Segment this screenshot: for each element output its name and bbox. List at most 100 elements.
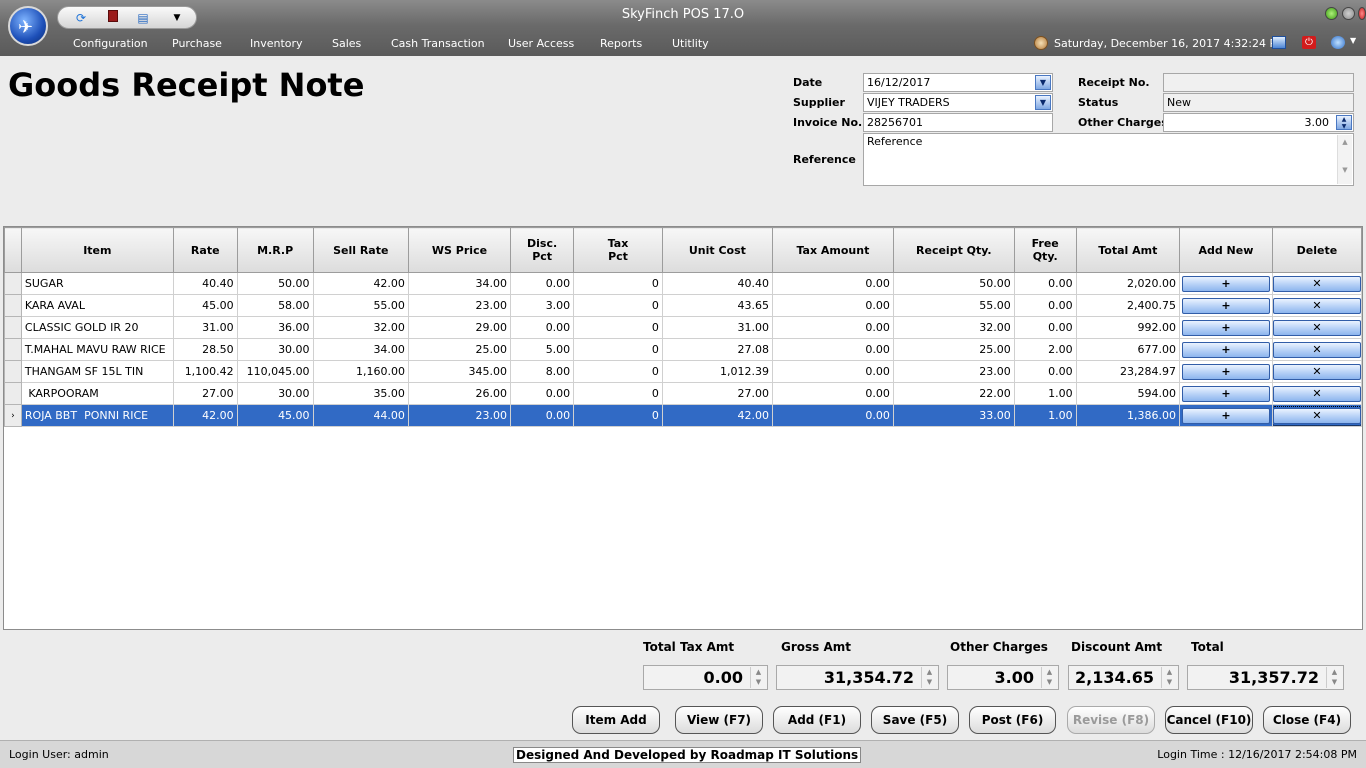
ws-price-cell[interactable]: 26.00	[407, 382, 512, 405]
free-qty-cell[interactable]: 0.00	[1013, 294, 1077, 317]
table-row[interactable]: CLASSIC GOLD IR 20 31.00 36.00 32.00 29.00 0.…	[4, 316, 1363, 339]
close-button[interactable]: Close (F4)	[1263, 706, 1351, 734]
sell-rate-cell[interactable]: 42.00	[312, 272, 409, 295]
total-amt-cell[interactable]: 992.00	[1075, 316, 1180, 339]
tax-pct-cell[interactable]: 0	[573, 272, 663, 295]
app-logo[interactable]: ✈	[8, 6, 48, 46]
total-amt-cell[interactable]: 594.00	[1075, 382, 1180, 405]
table-row[interactable]: KARA AVAL 45.00 58.00 55.00 23.00 3.00 0 43.65 0…	[4, 294, 1363, 317]
row-header[interactable]	[4, 316, 22, 339]
receipt-qty-cell[interactable]: 33.00	[892, 404, 1015, 427]
total-amt-cell[interactable]: 2,020.00	[1075, 272, 1180, 295]
receipt-qty-cell[interactable]: 32.00	[892, 316, 1015, 339]
total-amt-cell[interactable]: 677.00	[1075, 338, 1180, 361]
sell-rate-cell[interactable]: 55.00	[312, 294, 409, 317]
item-cell[interactable]: KARA AVAL	[20, 294, 174, 317]
ws-price-cell[interactable]: 25.00	[407, 338, 512, 361]
mrp-cell[interactable]: 30.00	[236, 382, 314, 405]
tax-amount-cell[interactable]: 0.00	[771, 338, 894, 361]
add-row-button[interactable]: +	[1181, 385, 1270, 402]
rate-cell[interactable]: 40.40	[172, 272, 238, 295]
free-qty-cell[interactable]: 2.00	[1013, 338, 1077, 361]
column-header[interactable]: Add New	[1178, 227, 1273, 273]
table-row[interactable]: SUGAR 40.40 50.00 42.00 34.00 0.00 0 40.40 0.00 5…	[4, 272, 1363, 295]
other-charges-input[interactable]: 3.00 ▲ ▼	[1163, 113, 1354, 132]
column-header[interactable]: M.R.P	[236, 227, 314, 273]
chevron-down-icon[interactable]: ▼	[1035, 75, 1051, 90]
row-header[interactable]	[4, 272, 22, 295]
item-cell[interactable]: ROJA BBT PONNI RICE	[20, 404, 174, 427]
disc-pct-cell[interactable]: 0.00	[510, 382, 575, 405]
total-amt-cell[interactable]: 2,400.75	[1075, 294, 1180, 317]
row-header[interactable]	[4, 294, 22, 317]
item-add-button[interactable]: Item Add	[572, 706, 660, 734]
menu-configuration[interactable]: Configuration	[73, 37, 148, 50]
tax-amount-cell[interactable]: 0.00	[771, 294, 894, 317]
add-row-button[interactable]: +	[1181, 341, 1270, 358]
minimize-button[interactable]	[1325, 7, 1338, 20]
disc-pct-cell[interactable]: 0.00	[510, 316, 575, 339]
delete-row-button[interactable]: ✕	[1273, 385, 1361, 402]
column-header[interactable]: Total Amt	[1075, 227, 1180, 273]
menu-utility[interactable]: Utitlity	[672, 37, 709, 50]
column-header[interactable]: Sell Rate	[312, 227, 409, 273]
tax-amount-cell[interactable]: 0.00	[771, 360, 894, 383]
sell-rate-cell[interactable]: 34.00	[312, 338, 409, 361]
reference-scrollbar[interactable]: ▲ ▼	[1337, 135, 1352, 184]
calculator-icon[interactable]: ▤	[134, 10, 152, 26]
menu-sales[interactable]: Sales	[332, 37, 361, 50]
cancel-button[interactable]: Cancel (F10)	[1165, 706, 1253, 734]
rate-cell[interactable]: 42.00	[172, 404, 238, 427]
total-amt-cell[interactable]: 1,386.00	[1075, 404, 1180, 427]
unit-cost-cell[interactable]: 27.08	[661, 338, 773, 361]
tax-pct-cell[interactable]: 0	[573, 294, 663, 317]
maximize-button[interactable]	[1342, 7, 1355, 20]
table-row[interactable]: › ROJA BBT PONNI RICE 42.00 45.00 44.00 23.00…	[4, 404, 1363, 427]
spinner-icon[interactable]: ▲ ▼	[1336, 115, 1352, 130]
free-qty-cell[interactable]: 1.00	[1013, 382, 1077, 405]
table-row[interactable]: KARPOORAM 27.00 30.00 35.00 26.00 0.00 0 27.00 0…	[4, 382, 1363, 405]
ws-price-cell[interactable]: 23.00	[407, 294, 512, 317]
date-picker[interactable]: 16/12/2017 ▼	[863, 73, 1053, 92]
sell-rate-cell[interactable]: 35.00	[312, 382, 409, 405]
receipt-qty-cell[interactable]: 55.00	[892, 294, 1015, 317]
supplier-select[interactable]: VIJEY TRADERS ▼	[863, 93, 1053, 112]
free-qty-cell[interactable]: 0.00	[1013, 316, 1077, 339]
tax-pct-cell[interactable]: 0	[573, 382, 663, 405]
tax-amount-cell[interactable]: 0.00	[771, 382, 894, 405]
help-icon[interactable]	[1331, 36, 1345, 49]
sell-rate-cell[interactable]: 44.00	[312, 404, 409, 427]
reference-textarea[interactable]: Reference ▲ ▼	[863, 133, 1354, 186]
column-header[interactable]: Item	[20, 227, 174, 273]
ws-price-cell[interactable]: 23.00	[407, 404, 512, 427]
chevron-down-icon[interactable]: ▼	[1035, 95, 1051, 110]
rate-cell[interactable]: 27.00	[172, 382, 238, 405]
unit-cost-cell[interactable]: 43.65	[661, 294, 773, 317]
customize-dropdown-icon[interactable]: ▼	[168, 10, 186, 26]
menu-inventory[interactable]: Inventory	[250, 37, 303, 50]
delete-row-button[interactable]: ✕	[1273, 341, 1361, 358]
ws-price-cell[interactable]: 345.00	[407, 360, 512, 383]
item-cell[interactable]: KARPOORAM	[20, 382, 174, 405]
view-button[interactable]: View (F7)	[675, 706, 763, 734]
rate-cell[interactable]: 1,100.42	[172, 360, 238, 383]
row-header[interactable]	[4, 360, 22, 383]
sell-rate-cell[interactable]: 1,160.00	[312, 360, 409, 383]
row-header[interactable]	[4, 338, 22, 361]
row-header[interactable]: ›	[4, 404, 22, 427]
save-button[interactable]: Save (F5)	[871, 706, 959, 734]
delete-row-button[interactable]: ✕	[1273, 363, 1361, 380]
ws-price-cell[interactable]: 29.00	[407, 316, 512, 339]
column-header[interactable]: Rate	[172, 227, 238, 273]
table-row[interactable]: T.MAHAL MAVU RAW RICE 28.50 30.00 34.00 25.0…	[4, 338, 1363, 361]
delete-row-button[interactable]: ✕	[1273, 275, 1361, 292]
tax-pct-cell[interactable]: 0	[573, 338, 663, 361]
tax-amount-cell[interactable]: 0.00	[771, 404, 894, 427]
add-row-button[interactable]: +	[1181, 407, 1270, 424]
unit-cost-cell[interactable]: 40.40	[661, 272, 773, 295]
mrp-cell[interactable]: 110,045.00	[236, 360, 314, 383]
free-qty-cell[interactable]: 1.00	[1013, 404, 1077, 427]
disc-pct-cell[interactable]: 0.00	[510, 404, 575, 427]
receipt-qty-cell[interactable]: 23.00	[892, 360, 1015, 383]
post-button[interactable]: Post (F6)	[969, 706, 1056, 734]
